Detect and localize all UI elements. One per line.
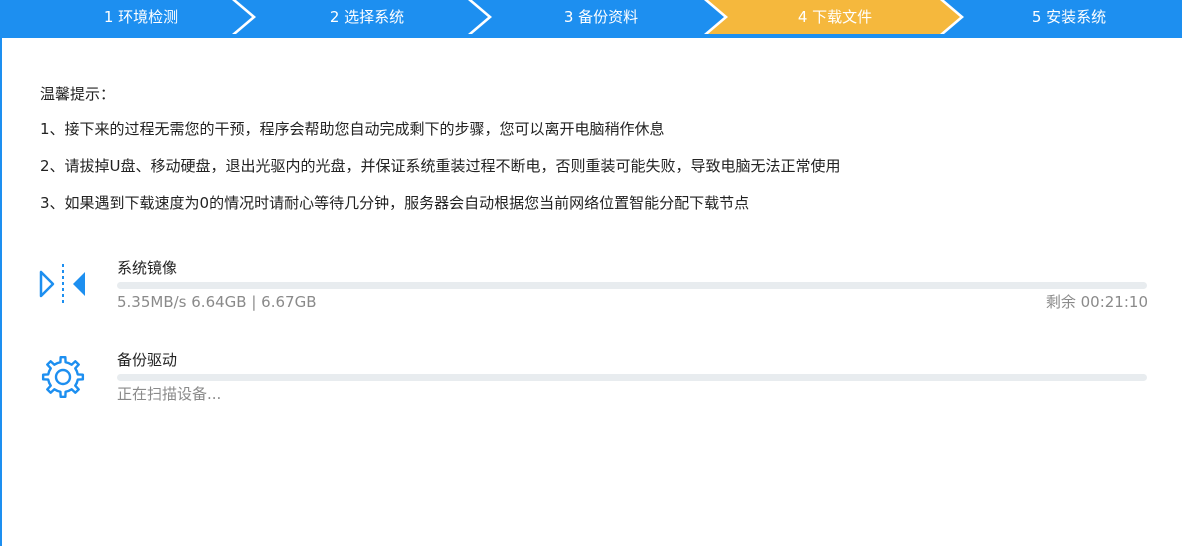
step-label-2: 2 选择系统 bbox=[329, 8, 405, 26]
tip-line-2: 2、请拔掉U盘、移动硬盘，退出光驱内的光盘，并保证系统重装过程不断电，否则重装可… bbox=[40, 157, 841, 175]
task-name: 系统镜像 bbox=[117, 259, 178, 277]
gear-icon bbox=[36, 350, 90, 404]
download-arrows-icon bbox=[36, 258, 90, 312]
remaining-time: 剩余 00:21:10 bbox=[1045, 293, 1148, 311]
scan-status: 正在扫描设备... bbox=[117, 385, 222, 403]
download-status: 5.35MB/s 6.64GB | 6.67GB bbox=[117, 293, 317, 311]
task-backup-driver: 备份驱动 正在扫描设备... bbox=[36, 350, 1148, 410]
task-name: 备份驱动 bbox=[117, 351, 178, 369]
step-label-4: 4 下载文件 bbox=[797, 8, 873, 26]
progress-bar bbox=[117, 374, 1147, 381]
window-left-border bbox=[0, 38, 2, 546]
step-bar-baseline bbox=[0, 34, 1182, 38]
task-system-image: 系统镜像 5.35MB/s 6.64GB | 6.67GB 剩余 00:21:1… bbox=[36, 258, 1148, 318]
step-progress-bar: 1 环境检测 2 选择系统 3 备份资料 4 下载文件 5 安装系统 bbox=[0, 0, 1182, 38]
progress-bar bbox=[117, 282, 1147, 289]
step-label-1: 1 环境检测 bbox=[103, 8, 179, 26]
tips-panel: 温馨提示： 1、接下来的过程无需您的干预，程序会帮助您自动完成剩下的步骤，您可以… bbox=[40, 84, 1150, 230]
tips-title: 温馨提示： bbox=[40, 85, 116, 103]
tip-line-3: 3、如果遇到下载速度为0的情况时请耐心等待几分钟，服务器会自动根据您当前网络位置… bbox=[40, 194, 750, 212]
step-label-5: 5 安装系统 bbox=[1031, 8, 1107, 26]
step-label-3: 3 备份资料 bbox=[563, 8, 639, 26]
tip-line-1: 1、接下来的过程无需您的干预，程序会帮助您自动完成剩下的步骤，您可以离开电脑稍作… bbox=[40, 120, 665, 138]
